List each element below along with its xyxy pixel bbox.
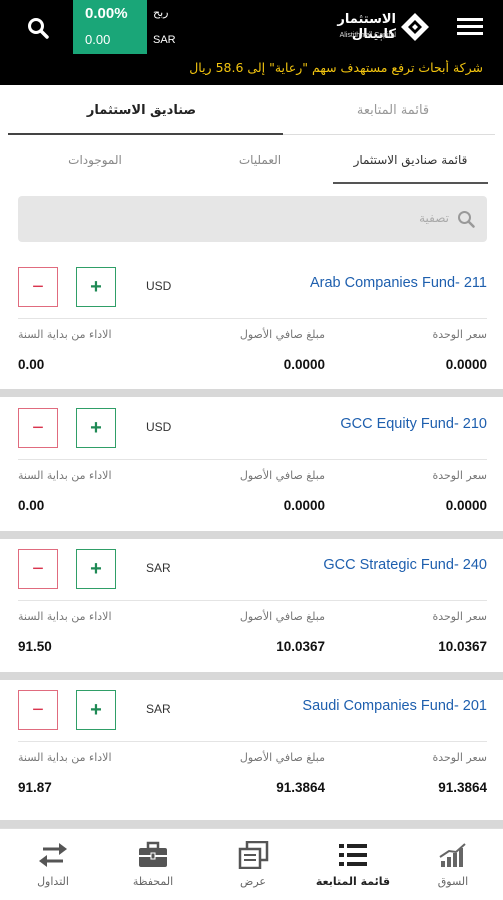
fund-card: − + SAR Saudi Companies Fund- 201 سعر ال…: [0, 684, 503, 819]
active-subtab-indicator: [333, 182, 488, 184]
subtab-funds-list[interactable]: قائمة صناديق الاستثمار: [333, 137, 488, 183]
bar-chart-icon: [439, 843, 466, 867]
fund-currency: SAR: [146, 561, 171, 575]
tab-divider: [283, 134, 495, 135]
net-assets-value: 0.0000: [283, 357, 325, 372]
unit-price-value: 10.0367: [438, 639, 487, 654]
tab-watchlist[interactable]: قائمة المتابعة: [283, 85, 503, 135]
logo-diamond-icon: [401, 13, 429, 41]
net-assets-label: مبلغ صافي الأصول: [239, 751, 325, 764]
buy-fund-button[interactable]: +: [76, 408, 116, 448]
ytd-value: 0.00: [18, 357, 45, 372]
nav-label: التداول: [37, 875, 69, 888]
tab-investment-funds[interactable]: صناديق الاستثمار: [0, 85, 283, 135]
sell-fund-button[interactable]: −: [18, 267, 58, 307]
sell-fund-button[interactable]: −: [18, 408, 58, 448]
card-separator: [0, 820, 503, 828]
menu-button[interactable]: [455, 15, 485, 39]
main-tabs: صناديق الاستثمار قائمة المتابعة: [0, 85, 503, 135]
filter-input[interactable]: تصفية: [18, 196, 487, 242]
fund-currency: SAR: [146, 702, 171, 716]
fund-currency: USD: [146, 279, 172, 293]
bottom-nav: التداول المحفظة عرض قائمة المتابعة السوق: [0, 828, 503, 900]
buy-fund-button[interactable]: +: [76, 549, 116, 589]
nav-label: المحفظة: [132, 875, 174, 888]
buy-fund-button[interactable]: +: [76, 267, 116, 307]
fund-card: − + USD Arab Companies Fund- 211 سعر الو…: [0, 261, 503, 396]
net-assets-value: 0.0000: [283, 498, 325, 513]
unit-price-value: 0.0000: [445, 357, 487, 372]
search-icon: [458, 211, 475, 228]
search-button[interactable]: [20, 12, 56, 44]
unit-price-label: سعر الوحدة: [432, 328, 487, 341]
divider: [18, 600, 487, 601]
profit-percent: 0.00%: [85, 5, 128, 22]
ytd-label: الاداء من بداية السنة: [18, 469, 112, 482]
unit-price-value: 91.3864: [438, 780, 487, 795]
nav-view[interactable]: عرض: [203, 829, 303, 900]
sub-tabs: الموجودات العمليات قائمة صناديق الاستثما…: [0, 137, 503, 185]
currency-label: SAR: [153, 34, 176, 46]
fund-name[interactable]: GCC Strategic Fund- 240: [323, 557, 487, 573]
fund-name[interactable]: GCC Equity Fund- 210: [340, 416, 487, 432]
filter-placeholder: تصفية: [419, 211, 449, 225]
net-assets-label: مبلغ صافي الأصول: [239, 328, 325, 341]
net-assets-label: مبلغ صافي الأصول: [239, 469, 325, 482]
nav-label: عرض: [240, 875, 266, 888]
sell-fund-button[interactable]: −: [18, 549, 58, 589]
subtab-transactions[interactable]: العمليات: [185, 137, 335, 183]
net-assets-value: 10.0367: [276, 639, 325, 654]
fund-card: − + SAR GCC Strategic Fund- 240 سعر الوح…: [0, 543, 503, 678]
card-separator: [0, 672, 503, 680]
sell-fund-button[interactable]: −: [18, 690, 58, 730]
fund-name[interactable]: Arab Companies Fund- 211: [310, 275, 487, 291]
nav-watchlist[interactable]: قائمة المتابعة: [303, 829, 403, 900]
ytd-label: الاداء من بداية السنة: [18, 610, 112, 623]
transfer-arrows-icon: [39, 843, 67, 867]
ytd-value: 0.00: [18, 498, 45, 513]
search-icon: [28, 18, 49, 39]
unit-price-value: 0.0000: [445, 498, 487, 513]
profit-label: ربح: [153, 6, 169, 19]
profit-value: 0.00: [85, 32, 111, 47]
hamburger-icon: [457, 18, 483, 21]
active-tab-indicator: [8, 133, 283, 135]
list-icon: [339, 844, 367, 866]
top-header: 0.00% 0.00 ربح SAR الاستثمار كابيتال Ali…: [0, 0, 503, 85]
nav-label: قائمة المتابعة: [315, 875, 391, 888]
ytd-value: 91.87: [18, 780, 52, 795]
logo-text-en: Alistithmar Capital: [339, 32, 396, 39]
nav-market[interactable]: السوق: [403, 829, 503, 900]
unit-price-label: سعر الوحدة: [432, 469, 487, 482]
subtab-holdings[interactable]: الموجودات: [20, 137, 170, 183]
fund-card: − + USD GCC Equity Fund- 210 سعر الوحدة …: [0, 402, 503, 537]
briefcase-icon: [139, 841, 167, 867]
unit-price-label: سعر الوحدة: [432, 751, 487, 764]
fund-currency: USD: [146, 420, 172, 434]
ytd-label: الاداء من بداية السنة: [18, 328, 112, 341]
unit-price-label: سعر الوحدة: [432, 610, 487, 623]
nav-trading[interactable]: التداول: [3, 829, 103, 900]
net-assets-label: مبلغ صافي الأصول: [239, 610, 325, 623]
news-ticker[interactable]: شركة أبحاث ترفع مستهدف سهم "رعاية" إلى 5…: [0, 60, 483, 75]
nav-label: السوق: [437, 875, 469, 888]
stacked-windows-icon: [238, 841, 269, 869]
ytd-value: 91.50: [18, 639, 52, 654]
card-separator: [0, 389, 503, 397]
divider: [18, 318, 487, 319]
card-separator: [0, 531, 503, 539]
brand-logo: الاستثمار كابيتال Alistithmar Capital: [318, 10, 433, 48]
profit-summary: 0.00% 0.00: [73, 0, 147, 54]
nav-portfolio[interactable]: المحفظة: [103, 829, 203, 900]
divider: [18, 459, 487, 460]
divider: [18, 741, 487, 742]
net-assets-value: 91.3864: [276, 780, 325, 795]
buy-fund-button[interactable]: +: [76, 690, 116, 730]
fund-name[interactable]: Saudi Companies Fund- 201: [302, 698, 487, 714]
ytd-label: الاداء من بداية السنة: [18, 751, 112, 764]
